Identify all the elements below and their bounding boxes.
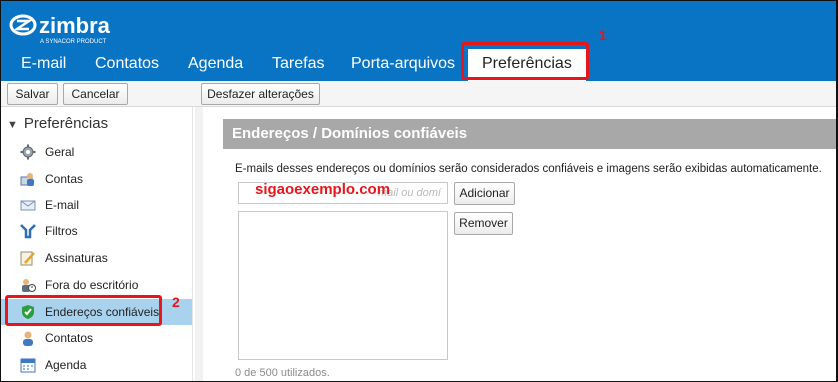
app-window: zimbra A SYNACOR PRODUCT E-mail Contatos…: [0, 0, 838, 382]
cancel-button[interactable]: Cancelar: [63, 83, 128, 105]
tab-contacts[interactable]: Contatos: [95, 46, 159, 81]
section-description: E-mails desses endereços ou domínios ser…: [235, 163, 822, 175]
app-tabs: E-mail Contatos Agenda Tarefas Porta-arq…: [1, 46, 836, 81]
callout-box-2: [5, 295, 162, 326]
accounts-icon: [20, 171, 36, 187]
gear-icon: [20, 144, 36, 160]
envelope-icon: [20, 197, 36, 213]
sidebar-item-label: Filtros: [45, 224, 78, 238]
contact-icon: [20, 330, 36, 346]
usage-counter: 0 de 500 utilizados.: [235, 367, 330, 379]
sidebar-item-label: Contatos: [45, 331, 94, 345]
callout-number-1: 1: [599, 27, 607, 43]
tab-calendar[interactable]: Agenda: [188, 46, 243, 81]
tab-email[interactable]: E-mail: [21, 46, 66, 81]
tab-tasks[interactable]: Tarefas: [272, 46, 324, 81]
sidebar-item-contas[interactable]: Contas: [1, 166, 192, 192]
sidebar-item-assinaturas[interactable]: Assinaturas: [1, 245, 192, 271]
save-button[interactable]: Salvar: [7, 83, 58, 105]
toolbar: Salvar Cancelar Desfazer alterações: [1, 81, 836, 107]
preferences-sidebar: ▼ Preferências Geral Contas E-mail Filtro: [1, 107, 193, 381]
top-bar: zimbra A SYNACOR PRODUCT E-mail Contatos…: [1, 1, 836, 81]
filter-icon: [20, 223, 36, 239]
undo-changes-button[interactable]: Desfazer alterações: [201, 83, 320, 105]
sidebar-item-label: Contas: [45, 172, 84, 186]
calendar-icon: [20, 357, 36, 373]
signature-icon: [20, 250, 36, 266]
logo-subtext: A SYNACOR PRODUCT: [40, 39, 107, 45]
tab-briefcase[interactable]: Porta-arquivos: [351, 46, 455, 81]
sidebar-item-label: Agenda: [45, 358, 87, 372]
sidebar-item-contatos[interactable]: Contatos: [1, 325, 192, 351]
callout-number-2: 2: [172, 294, 180, 310]
zimbra-logo: zimbra A SYNACOR PRODUCT: [9, 11, 129, 45]
sidebar-item-label: Geral: [45, 145, 75, 159]
remove-button[interactable]: Remover: [454, 212, 513, 235]
collapse-triangle-icon[interactable]: ▼: [7, 119, 18, 131]
add-button[interactable]: Adicionar: [454, 182, 515, 205]
sidebar-item-label: Fora do escritório: [45, 278, 139, 292]
example-domain-overlay: sigaoexemplo.com: [255, 181, 391, 198]
sidebar-item-email[interactable]: E-mail: [1, 192, 192, 218]
sidebar-item-filtros[interactable]: Filtros: [1, 218, 192, 244]
callout-box-1: [461, 42, 589, 80]
sidebar-item-label: E-mail: [45, 198, 80, 212]
trusted-addresses-list[interactable]: [238, 211, 448, 360]
sidebar-item-label: Assinaturas: [45, 251, 108, 265]
sidebar-scrollbar[interactable]: [195, 107, 203, 381]
out-of-office-icon: [20, 277, 36, 293]
section-title: Endereços / Domínios confiáveis: [223, 119, 836, 149]
sidebar-heading-label: Preferências: [23, 115, 109, 132]
sidebar-heading[interactable]: ▼ Preferências: [7, 115, 108, 132]
sidebar-item-geral[interactable]: Geral: [1, 139, 192, 165]
logo-text: zimbra: [39, 13, 111, 38]
sidebar-item-agenda[interactable]: Agenda: [1, 352, 192, 378]
